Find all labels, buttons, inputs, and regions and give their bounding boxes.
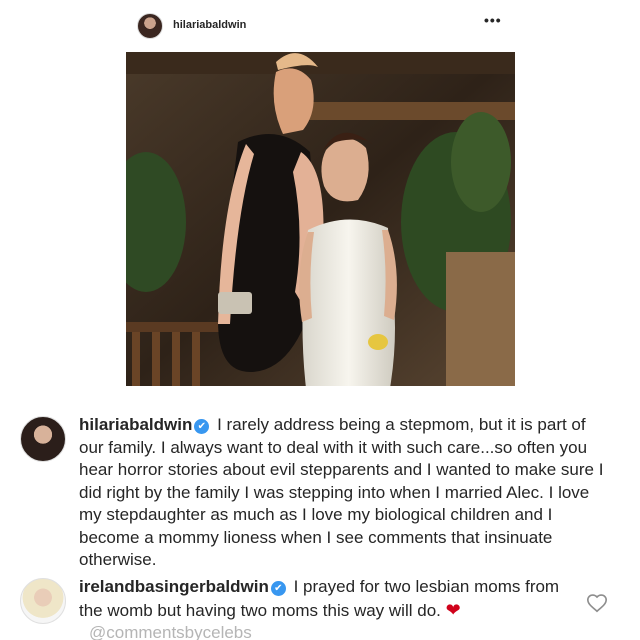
comment-username[interactable]: hilariabaldwin [79,415,192,434]
post-author-avatar[interactable] [137,13,163,39]
red-heart-emoji: ❤ [445,599,461,620]
commenter-avatar[interactable] [20,578,66,624]
comment-text-block: irelandbasingerbaldwin ✔ I prayed for two… [79,576,579,640]
watermark-text: @commentsbycelebs [89,623,252,640]
comment-body: I rarely address being a stepmom, but it… [79,415,604,569]
verified-badge-icon: ✔ [194,419,210,434]
post-header: hilariabaldwin ••• [0,0,640,52]
commenter-avatar[interactable] [20,416,66,462]
comment-username[interactable]: irelandbasingerbaldwin [79,577,269,596]
comment-text-block: hilariabaldwin ✔ I rarely address being a… [79,414,609,572]
post-author-username[interactable]: hilariabaldwin [173,19,246,31]
post-photo [126,52,515,386]
heart-outline-icon[interactable] [586,592,608,614]
more-options-icon[interactable]: ••• [484,12,502,28]
verified-badge-icon: ✔ [270,581,286,596]
